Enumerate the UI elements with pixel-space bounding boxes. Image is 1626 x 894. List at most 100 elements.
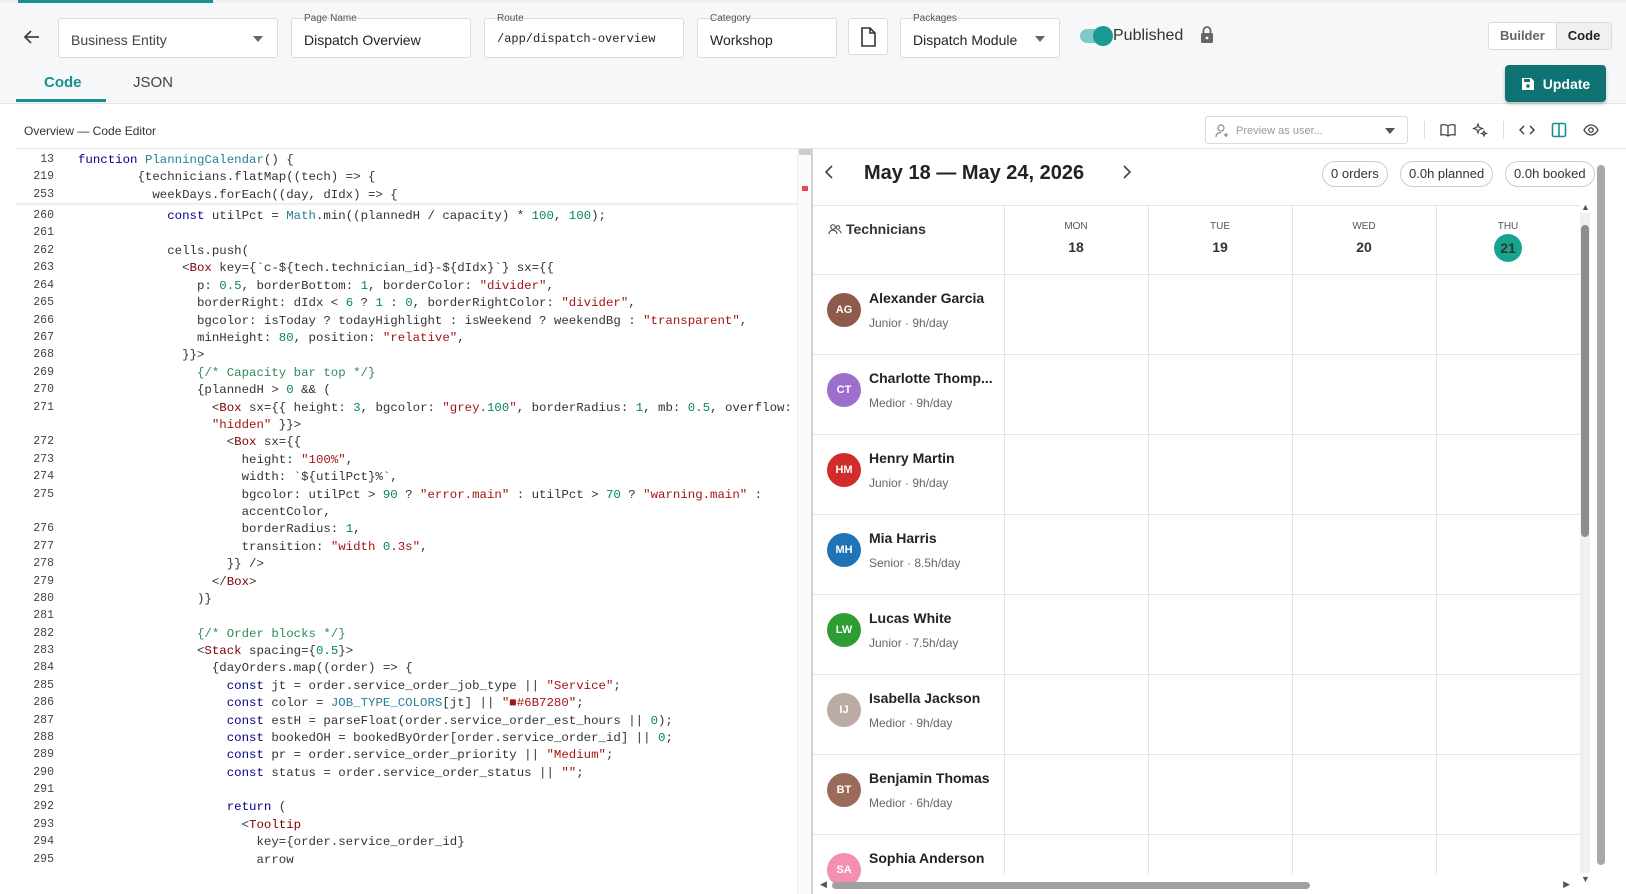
technician-row[interactable]: MH Mia Harris Senior · 8.5h/day <box>813 515 1004 595</box>
code-mode-button[interactable]: Code <box>1555 23 1612 49</box>
technician-row[interactable]: BT Benjamin Thomas Medior · 6h/day <box>813 755 1004 835</box>
line-number: 263 <box>33 261 54 274</box>
book-icon[interactable] <box>1439 121 1457 139</box>
line-number: 272 <box>33 435 54 448</box>
line-number: 219 <box>33 170 54 183</box>
technician-name: Charlotte Thomp... <box>869 370 993 386</box>
eye-icon[interactable] <box>1582 121 1600 139</box>
line-number: 13 <box>40 153 54 166</box>
day-header-thu: THU 21 <box>1436 221 1580 262</box>
mode-switch: Builder Code <box>1488 22 1613 50</box>
line-number: 282 <box>33 627 54 640</box>
update-button[interactable]: Update <box>1505 65 1606 102</box>
day-header-wed: WED 20 <box>1292 221 1436 255</box>
business-entity-select[interactable]: Business Entity <box>58 18 278 58</box>
technician-name: Lucas White <box>869 610 952 626</box>
line-number: 270 <box>33 383 54 396</box>
line-number: 262 <box>33 244 54 257</box>
day-name: WED <box>1352 221 1376 232</box>
preview-as-user-select[interactable]: Preview as user... <box>1205 116 1408 144</box>
view-toolbar <box>1424 121 1600 139</box>
date-range-title: May 18 — May 24, 2026 <box>864 162 1085 184</box>
code-text: bgcolor: isToday ? todayHighlight : isWe… <box>78 314 748 328</box>
code-text: bgcolor: utilPct > 90 ? "error.main" : u… <box>78 488 763 502</box>
page-name-value: Dispatch Overview <box>304 32 421 48</box>
technician-name: Benjamin Thomas <box>869 770 990 786</box>
chevron-left-icon[interactable] <box>824 165 834 182</box>
orders-count-badge: 0 orders <box>1322 161 1388 187</box>
editor-overview-ruler[interactable] <box>797 149 811 894</box>
avatar: CT <box>827 373 861 407</box>
line-number: 275 <box>33 488 54 501</box>
code-text: height: "100%", <box>78 453 354 467</box>
line-number: 290 <box>33 766 54 779</box>
code-text: {/* Order blocks */} <box>78 627 346 641</box>
code-text: "hidden" }}> <box>211 418 302 432</box>
technician-row[interactable]: IJ Isabella Jackson Medior · 9h/day <box>813 675 1004 755</box>
technician-name: Isabella Jackson <box>869 690 981 706</box>
code-icon[interactable] <box>1518 121 1536 139</box>
code-text: const status = order.service_order_statu… <box>226 766 584 780</box>
document-icon <box>861 26 876 47</box>
day-header-tue: TUE 19 <box>1148 221 1292 255</box>
code-text: accentColor, <box>78 505 331 519</box>
published-toggle[interactable] <box>1080 26 1113 46</box>
code-text: }} /> <box>78 557 264 571</box>
line-number: 269 <box>33 366 54 379</box>
code-editor[interactable]: 13 function PlanningCalendar() {219 {tech… <box>16 149 800 894</box>
technician-meta: Medior · 9h/day <box>869 716 953 730</box>
category-field[interactable]: Category Workshop <box>697 14 837 58</box>
tab-json[interactable]: JSON <box>133 74 173 102</box>
line-number: 278 <box>33 557 54 570</box>
code-text: borderRight: dIdx < 6 ? 1 : 0, borderRig… <box>78 296 636 310</box>
page-name-field[interactable]: Page Name Dispatch Overview <box>291 14 471 58</box>
line-number: 291 <box>33 783 54 796</box>
split-view-icon[interactable] <box>1550 121 1568 139</box>
lock-icon[interactable] <box>1200 26 1214 47</box>
line-number: 253 <box>33 188 54 201</box>
grid-line <box>1436 205 1437 875</box>
line-number: 286 <box>33 696 54 709</box>
technicians-header: Technicians <box>828 221 926 237</box>
day-number: 18 <box>1068 239 1084 255</box>
code-text: }}> <box>78 348 205 362</box>
chevron-right-icon[interactable] <box>1122 165 1132 182</box>
technician-name: Mia Harris <box>869 530 937 546</box>
code-text: const pr = order.service_order_priority … <box>226 748 614 762</box>
line-number: 264 <box>33 279 54 292</box>
route-field[interactable]: Route /app/dispatch-overview <box>484 14 684 58</box>
line-number: 265 <box>33 296 54 309</box>
line-number: 281 <box>33 609 54 622</box>
update-label: Update <box>1542 75 1591 92</box>
technician-meta: Medior · 6h/day <box>869 796 953 810</box>
route-value: /app/dispatch-overview <box>497 32 656 46</box>
day-name: THU <box>1497 221 1519 232</box>
day-number: 19 <box>1212 239 1228 255</box>
active-tab-indicator <box>16 99 106 102</box>
calendar-horizontal-scrollbar[interactable]: ◀ ▶ <box>820 879 1570 891</box>
document-button[interactable] <box>848 18 888 55</box>
builder-mode-button[interactable]: Builder <box>1489 23 1556 49</box>
preview-scrollbar[interactable] <box>1595 155 1607 873</box>
tab-code[interactable]: Code <box>44 74 82 102</box>
code-text: weekDays.forEach((day, dIdx) => { <box>78 188 398 202</box>
technician-row[interactable]: CT Charlotte Thomp... Medior · 9h/day <box>813 355 1004 435</box>
sparkle-icon[interactable] <box>1471 121 1489 139</box>
business-entity-value: Business Entity <box>71 32 167 48</box>
code-text: </Box> <box>78 575 257 589</box>
calendar-scrollbar[interactable]: ▲ ▼ <box>1580 202 1590 884</box>
code-text: function PlanningCalendar() { <box>78 153 294 167</box>
code-text: {plannedH > 0 && ( <box>78 383 331 397</box>
back-arrow-icon[interactable] <box>18 25 46 49</box>
line-number: 266 <box>33 314 54 327</box>
technician-row[interactable]: HM Henry Martin Junior · 9h/day <box>813 435 1004 515</box>
line-number: 289 <box>33 748 54 761</box>
avatar: BT <box>827 773 861 807</box>
packages-select[interactable]: Packages Dispatch Module <box>900 14 1060 58</box>
line-number: 274 <box>33 470 54 483</box>
code-text: borderRadius: 1, <box>78 522 361 536</box>
technician-row[interactable]: LW Lucas White Junior · 7.5h/day <box>813 595 1004 675</box>
technician-row[interactable]: AG Alexander Garcia Junior · 9h/day <box>813 275 1004 355</box>
code-text: key={order.service_order_id} <box>78 835 465 849</box>
packages-value: Dispatch Module <box>913 32 1018 48</box>
